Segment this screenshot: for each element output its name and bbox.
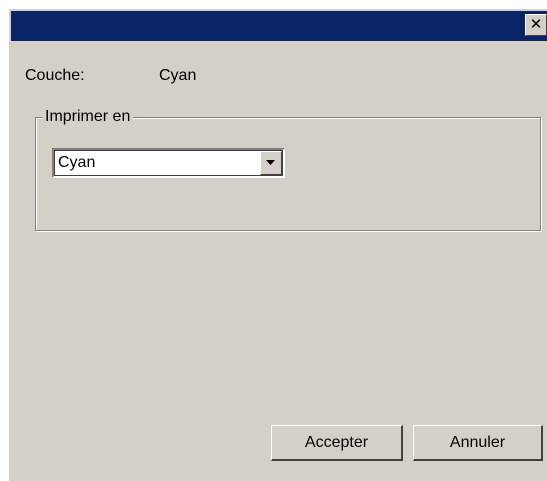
print-color-selected: Cyan bbox=[58, 154, 96, 171]
chevron-down-icon bbox=[266, 160, 275, 165]
close-icon: ✕ bbox=[529, 15, 543, 33]
print-layer-dialog: ✕ Couche: Cyan Imprimer en Cyan Accepter… bbox=[8, 8, 547, 481]
close-button[interactable]: ✕ bbox=[525, 14, 547, 36]
accept-button[interactable]: Accepter bbox=[271, 425, 403, 461]
print-in-legend: Imprimer en bbox=[42, 108, 134, 126]
dropdown-arrow-button[interactable] bbox=[260, 151, 282, 175]
title-bar[interactable]: ✕ bbox=[11, 11, 547, 41]
print-in-groupbox: Imprimer en Cyan bbox=[35, 108, 541, 231]
print-color-dropdown[interactable]: Cyan bbox=[52, 148, 285, 178]
layer-value: Cyan bbox=[159, 67, 197, 84]
cancel-button[interactable]: Annuler bbox=[413, 425, 543, 461]
layer-label: Couche: bbox=[25, 67, 85, 84]
